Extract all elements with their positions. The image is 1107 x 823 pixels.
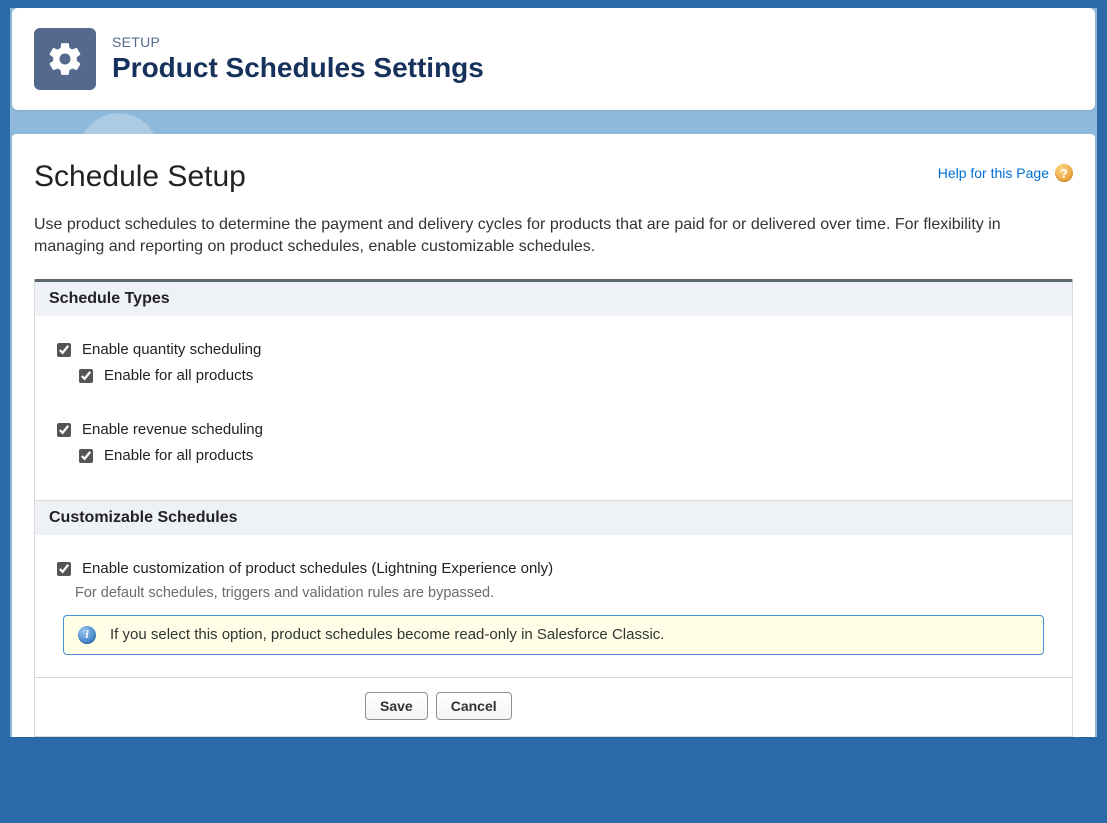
section-heading-schedule-types: Schedule Types xyxy=(35,282,1072,316)
cancel-button[interactable]: Cancel xyxy=(436,692,512,720)
checkbox-quantity-enable-all-products[interactable] xyxy=(79,369,93,383)
body-card: Schedule Setup Help for this Page ? Use … xyxy=(12,134,1095,737)
section-body-customizable: Enable customization of product schedule… xyxy=(35,535,1072,677)
header-text: SETUP Product Schedules Settings xyxy=(112,34,484,84)
page-title: Schedule Setup xyxy=(34,160,246,194)
section-body-schedule-types: Enable quantity scheduling Enable for al… xyxy=(35,316,1072,500)
page-header: SETUP Product Schedules Settings xyxy=(12,8,1095,110)
save-button[interactable]: Save xyxy=(365,692,428,720)
info-icon: i xyxy=(78,626,96,644)
header-eyebrow: SETUP xyxy=(112,34,484,50)
label-quantity-enable-all-products: Enable for all products xyxy=(104,367,253,384)
page-intro: Use product schedules to determine the p… xyxy=(34,214,1073,259)
info-text: If you select this option, product sched… xyxy=(110,626,664,643)
checkbox-enable-revenue-scheduling[interactable] xyxy=(57,423,71,437)
label-revenue-enable-all-products: Enable for all products xyxy=(104,447,253,464)
header-title: Product Schedules Settings xyxy=(112,52,484,84)
checkbox-enable-customization[interactable] xyxy=(57,562,71,576)
help-for-this-page-link[interactable]: Help for this Page ? xyxy=(938,164,1073,182)
help-link-label: Help for this Page xyxy=(938,165,1049,181)
checkbox-revenue-enable-all-products[interactable] xyxy=(79,449,93,463)
label-enable-revenue-scheduling: Enable revenue scheduling xyxy=(82,421,263,438)
help-icon: ? xyxy=(1055,164,1073,182)
hint-customization: For default schedules, triggers and vali… xyxy=(75,585,1054,601)
info-box-customization: i If you select this option, product sch… xyxy=(63,615,1044,655)
section-heading-customizable: Customizable Schedules xyxy=(35,501,1072,535)
gear-icon xyxy=(34,28,96,90)
button-bar: Save Cancel xyxy=(35,677,1072,736)
label-enable-quantity-scheduling: Enable quantity scheduling xyxy=(82,341,261,358)
checkbox-enable-quantity-scheduling[interactable] xyxy=(57,343,71,357)
label-enable-customization: Enable customization of product schedule… xyxy=(82,560,553,577)
settings-panel: Schedule Types Enable quantity schedulin… xyxy=(34,279,1073,737)
